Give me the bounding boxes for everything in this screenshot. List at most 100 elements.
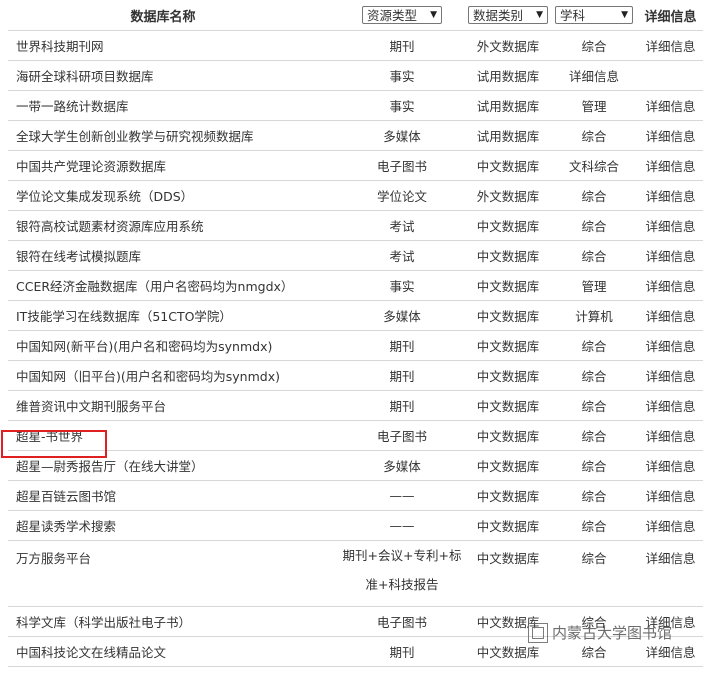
detail-link[interactable]: 详细信息	[638, 300, 703, 331]
database-name-link[interactable]: 海研全球科研项目数据库	[8, 60, 338, 91]
resource-type-cell: 多媒体	[338, 450, 466, 481]
detail-link[interactable]: 详细信息	[638, 150, 703, 181]
category-filter-select[interactable]: 数据类别 ▼	[468, 5, 548, 24]
resource-type-cell: 期刊	[338, 30, 466, 61]
data-category-cell: 中文数据库	[466, 360, 550, 391]
detail-link[interactable]: 详细信息	[638, 360, 703, 391]
column-header-subject: 学科 ▼	[550, 0, 638, 31]
database-name-link[interactable]: 中国知网（旧平台)(用户名和密码均为synmdx)	[8, 360, 338, 391]
database-name-link[interactable]: IT技能学习在线数据库（51CTO学院）	[8, 300, 338, 331]
detail-link[interactable]: 详细信息	[638, 180, 703, 211]
resource-type-cell: 期刊+会议+专利+标准+科技报告	[338, 540, 466, 607]
data-category-cell: 试用数据库	[466, 90, 550, 121]
database-name-link[interactable]: 超星—尉秀报告厅（在线大讲堂）	[8, 450, 338, 481]
subject-cell: 文科综合	[550, 150, 638, 181]
detail-link[interactable]: 详细信息	[638, 90, 703, 121]
table-row: 超星-书世界 电子图书 中文数据库 综合 详细信息	[8, 420, 703, 451]
table-row: 学位论文集成发现系统（DDS） 学位论文 外文数据库 综合 详细信息	[8, 180, 703, 211]
database-name-link[interactable]: 学位论文集成发现系统（DDS）	[8, 180, 338, 211]
database-table: 数据库名称 资源类型 ▼ 数据类别 ▼ 学科 ▼ 详细信息 世界科技期刊网 期刊…	[8, 0, 703, 667]
detail-link[interactable]: 详细信息	[638, 450, 703, 481]
chevron-down-icon: ▼	[430, 9, 437, 20]
data-category-cell: 试用数据库	[466, 120, 550, 151]
subject-cell: 综合	[550, 330, 638, 361]
subject-cell: 综合	[550, 510, 638, 541]
data-category-cell: 外文数据库	[466, 180, 550, 211]
detail-link[interactable]: 详细信息	[638, 390, 703, 421]
table-row: 超星读秀学术搜索 —— 中文数据库 综合 详细信息	[8, 510, 703, 541]
table-row: 超星百链云图书馆 —— 中文数据库 综合 详细信息	[8, 480, 703, 511]
type-filter-select[interactable]: 资源类型 ▼	[362, 5, 442, 24]
detail-link[interactable]: 详细信息	[638, 210, 703, 241]
watermark-text: 内蒙古大学图书馆	[552, 624, 673, 642]
data-category-cell: 外文数据库	[466, 30, 550, 61]
detail-link[interactable]: 详细信息	[638, 510, 703, 541]
table-row: CCER经济金融数据库（用户名密码均为nmgdx） 事实 中文数据库 管理 详细信息	[8, 270, 703, 301]
detail-link[interactable]: 详细信息	[638, 240, 703, 271]
resource-type-cell: 电子图书	[338, 420, 466, 451]
database-name-link[interactable]: 维普资讯中文期刊服务平台	[8, 390, 338, 421]
data-category-cell: 中文数据库	[466, 210, 550, 241]
subject-cell: 综合	[550, 360, 638, 391]
data-category-cell: 中文数据库	[466, 390, 550, 421]
subject-cell: 综合	[550, 480, 638, 511]
database-name-link[interactable]: 中国知网(新平台)(用户名和密码均为synmdx)	[8, 330, 338, 361]
database-name-link[interactable]: 超星读秀学术搜索	[8, 510, 338, 541]
detail-link[interactable]: 详细信息	[638, 330, 703, 361]
database-name-link[interactable]: 超星百链云图书馆	[8, 480, 338, 511]
data-category-cell: 中文数据库	[466, 480, 550, 511]
subject-cell: 计算机	[550, 300, 638, 331]
resource-type-cell: 学位论文	[338, 180, 466, 211]
subject-cell: 管理	[550, 270, 638, 301]
database-name-link[interactable]: 万方服务平台	[8, 540, 338, 607]
resource-type-cell: 期刊	[338, 636, 466, 667]
resource-type-cell: ——	[338, 510, 466, 541]
data-category-cell: 中文数据库	[466, 150, 550, 181]
detail-link[interactable]: 详细信息	[638, 120, 703, 151]
resource-type-cell: ——	[338, 480, 466, 511]
table-row: 全球大学生创新创业教学与研究视频数据库 多媒体 试用数据库 综合 详细信息	[8, 120, 703, 151]
subject-cell: 综合	[550, 210, 638, 241]
data-category-cell: 中文数据库	[466, 240, 550, 271]
column-header-type: 资源类型 ▼	[338, 0, 466, 31]
database-name-link[interactable]: 一带一路统计数据库	[8, 90, 338, 121]
subject-cell: 综合	[550, 420, 638, 451]
table-row: IT技能学习在线数据库（51CTO学院） 多媒体 中文数据库 计算机 详细信息	[8, 300, 703, 331]
database-name-link[interactable]: 中国共产党理论资源数据库	[8, 150, 338, 181]
database-name-link[interactable]: CCER经济金融数据库（用户名密码均为nmgdx）	[8, 270, 338, 301]
data-category-cell: 中文数据库	[466, 300, 550, 331]
resource-type-cell: 事实	[338, 90, 466, 121]
category-filter-label: 数据类别	[473, 8, 524, 24]
column-header-detail: 详细信息	[638, 0, 703, 31]
table-row: 中国知网(新平台)(用户名和密码均为synmdx) 期刊 中文数据库 综合 详细信息	[8, 330, 703, 361]
watermark: 内蒙古大学图书馆	[528, 622, 672, 643]
database-name-link[interactable]: 银符在线考试模拟题库	[8, 240, 338, 271]
detail-link[interactable]	[638, 60, 703, 91]
detail-link[interactable]: 详细信息	[638, 480, 703, 511]
database-name-link[interactable]: 银符高校试题素材资源库应用系统	[8, 210, 338, 241]
detail-link[interactable]: 详细信息	[638, 540, 703, 607]
data-category-cell: 中文数据库	[466, 270, 550, 301]
data-category-cell: 中文数据库	[466, 540, 550, 607]
table-header-row: 数据库名称 资源类型 ▼ 数据类别 ▼ 学科 ▼ 详细信息	[8, 0, 703, 31]
detail-link[interactable]: 详细信息	[638, 270, 703, 301]
subject-cell: 综合	[550, 180, 638, 211]
database-name-link[interactable]: 科学文库（科学出版社电子书）	[8, 606, 338, 637]
column-header-name: 数据库名称	[8, 0, 338, 31]
detail-link[interactable]: 详细信息	[638, 30, 703, 61]
resource-type-cell: 多媒体	[338, 300, 466, 331]
data-category-cell: 中文数据库	[466, 330, 550, 361]
resource-type-cell: 期刊	[338, 390, 466, 421]
detail-link[interactable]: 详细信息	[638, 420, 703, 451]
subject-cell: 详细信息	[550, 60, 638, 91]
database-name-link[interactable]: 世界科技期刊网	[8, 30, 338, 61]
resource-type-cell: 期刊	[338, 330, 466, 361]
database-name-link[interactable]: 超星-书世界	[8, 420, 338, 451]
subject-filter-label: 学科	[560, 8, 586, 24]
database-name-link[interactable]: 全球大学生创新创业教学与研究视频数据库	[8, 120, 338, 151]
database-name-link[interactable]: 中国科技论文在线精品论文	[8, 636, 338, 667]
table-row: 万方服务平台 期刊+会议+专利+标准+科技报告 中文数据库 综合 详细信息	[8, 540, 703, 607]
subject-cell: 综合	[550, 30, 638, 61]
table-row: 一带一路统计数据库 事实 试用数据库 管理 详细信息	[8, 90, 703, 121]
subject-filter-select[interactable]: 学科 ▼	[555, 5, 633, 24]
